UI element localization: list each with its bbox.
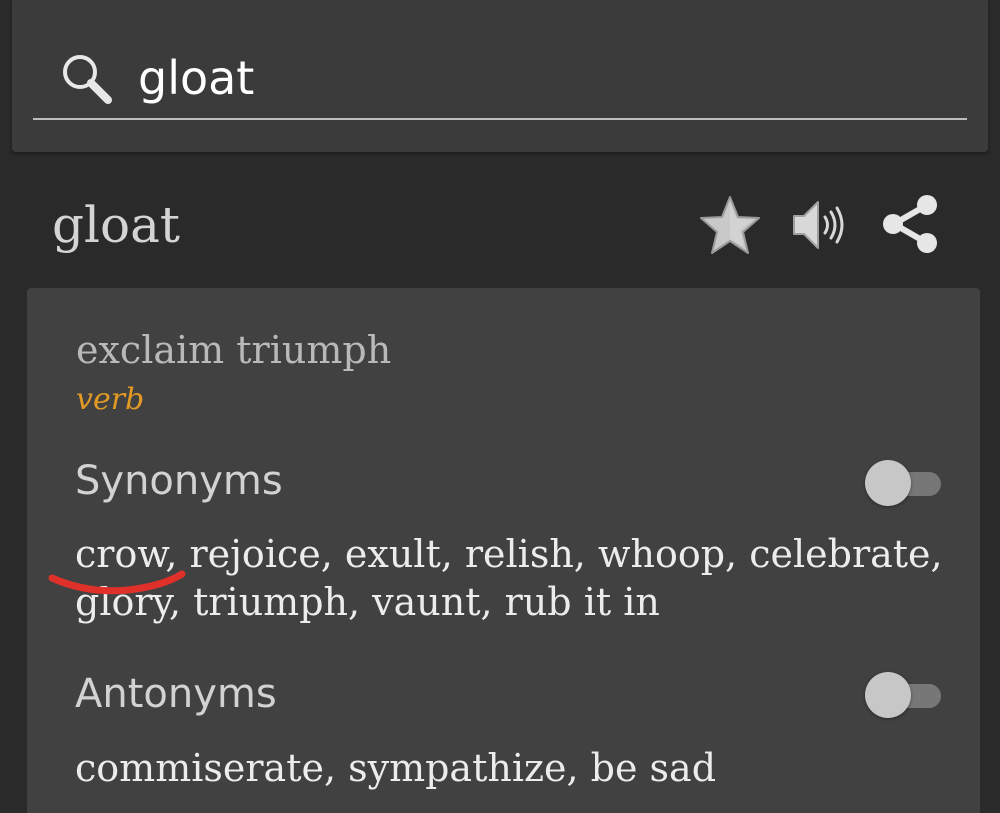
search-input[interactable]: gloat bbox=[138, 48, 254, 108]
search-underline bbox=[33, 118, 967, 120]
search-bar[interactable]: gloat bbox=[12, 0, 988, 152]
search-icon bbox=[63, 55, 112, 104]
antonyms-label: Antonyms bbox=[75, 671, 277, 717]
synonyms-toggle[interactable] bbox=[865, 460, 941, 506]
antonyms-toggle[interactable] bbox=[865, 672, 941, 718]
sense-definition: exclaim triumph bbox=[76, 328, 392, 372]
definition-card: exclaim triumph verb Synonyms crow, rejo… bbox=[27, 288, 980, 813]
word-title: gloat bbox=[52, 196, 181, 254]
part-of-speech: verb bbox=[76, 382, 145, 417]
toggle-thumb bbox=[865, 460, 911, 506]
synonyms-label: Synonyms bbox=[75, 458, 283, 504]
antonyms-list: commiserate, sympathize, be sad bbox=[75, 746, 717, 790]
share-icon[interactable] bbox=[880, 193, 940, 255]
toggle-thumb bbox=[865, 672, 911, 718]
synonyms-list: crow, rejoice, exult, relish, whoop, cel… bbox=[75, 532, 943, 624]
speaker-icon[interactable] bbox=[790, 196, 848, 254]
star-icon[interactable] bbox=[698, 193, 762, 257]
